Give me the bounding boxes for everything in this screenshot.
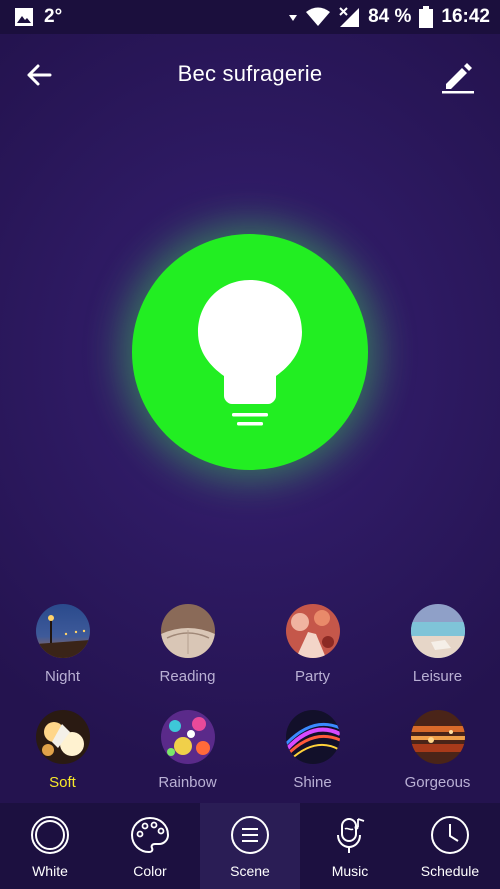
palette-icon [130, 816, 170, 854]
nav-tab-music[interactable]: Music [300, 803, 400, 889]
microphone-music-icon [337, 818, 365, 853]
nav-label-scene: Scene [230, 863, 270, 879]
scene-thumbnail-shine [285, 710, 340, 764]
nav-label-color: Color [133, 863, 167, 879]
nav-tab-scene[interactable]: Scene [200, 803, 300, 889]
signal-icon [338, 6, 360, 28]
scene-item-leisure[interactable]: Leisure [375, 604, 500, 694]
scene-thumbnail-party [285, 604, 340, 658]
clock-icon [431, 816, 469, 854]
scene-list-icon [231, 816, 269, 854]
scene-label-soft: Soft [49, 774, 76, 791]
scene-thumbnail-leisure [410, 604, 465, 658]
page-title: Bec sufragerie [177, 61, 323, 86]
scene-thumbnail-reading [160, 604, 215, 658]
data-arrows-icon [288, 9, 298, 25]
scene-label-shine: Shine [293, 774, 332, 791]
scene-item-shine[interactable]: Shine [250, 710, 375, 800]
nav-label-white: White [32, 863, 68, 879]
app-screen: 2° 84 % 16:42 Bec sufragerie Night Readi… [0, 0, 500, 889]
battery-icon [419, 6, 434, 28]
edit-button[interactable] [438, 56, 478, 96]
time-text: 16:42 [441, 6, 490, 27]
scene-item-night[interactable]: Night [0, 604, 125, 694]
bottom-navigation: White Color Scene Music Schedule [0, 803, 500, 889]
status-bar: 2° 84 % 16:42 [0, 0, 500, 34]
scene-item-gorgeous[interactable]: Gorgeous [375, 710, 500, 800]
scene-item-soft[interactable]: Soft [0, 710, 125, 800]
nav-label-music: Music [331, 863, 369, 879]
scene-item-rainbow[interactable]: Rainbow [125, 710, 250, 800]
image-icon [14, 7, 34, 27]
scene-thumbnail-soft [35, 710, 90, 764]
scene-thumbnail-night [35, 604, 90, 658]
scene-label-reading: Reading [159, 668, 216, 685]
back-button[interactable] [22, 58, 56, 92]
scene-label-night: Night [44, 668, 81, 685]
scene-item-reading[interactable]: Reading [125, 604, 250, 694]
arrow-left-icon [27, 64, 52, 86]
battery-percent-text: 84 % [368, 6, 412, 27]
scene-item-party[interactable]: Party [250, 604, 375, 694]
bulb-power-toggle[interactable] [132, 234, 368, 470]
scene-label-gorgeous: Gorgeous [404, 774, 471, 791]
app-header: Bec sufragerie [0, 34, 500, 114]
scene-grid: Night Reading Party Leisure Soft Rainbow… [0, 604, 500, 800]
scene-label-leisure: Leisure [412, 668, 463, 685]
pencil-icon [442, 63, 474, 94]
scene-thumbnail-gorgeous [410, 710, 465, 764]
nav-tab-white[interactable]: White [0, 803, 100, 889]
wifi-icon [306, 7, 331, 27]
scene-thumbnail-rainbow [160, 710, 215, 764]
ring-icon [31, 816, 69, 854]
temperature-text: 2° [44, 6, 63, 27]
nav-tab-schedule[interactable]: Schedule [400, 803, 500, 889]
scene-label-rainbow: Rainbow [158, 774, 217, 791]
scene-label-party: Party [294, 668, 330, 685]
nav-tab-color[interactable]: Color [100, 803, 200, 889]
lightbulb-icon [198, 280, 302, 426]
nav-label-schedule: Schedule [420, 863, 480, 879]
